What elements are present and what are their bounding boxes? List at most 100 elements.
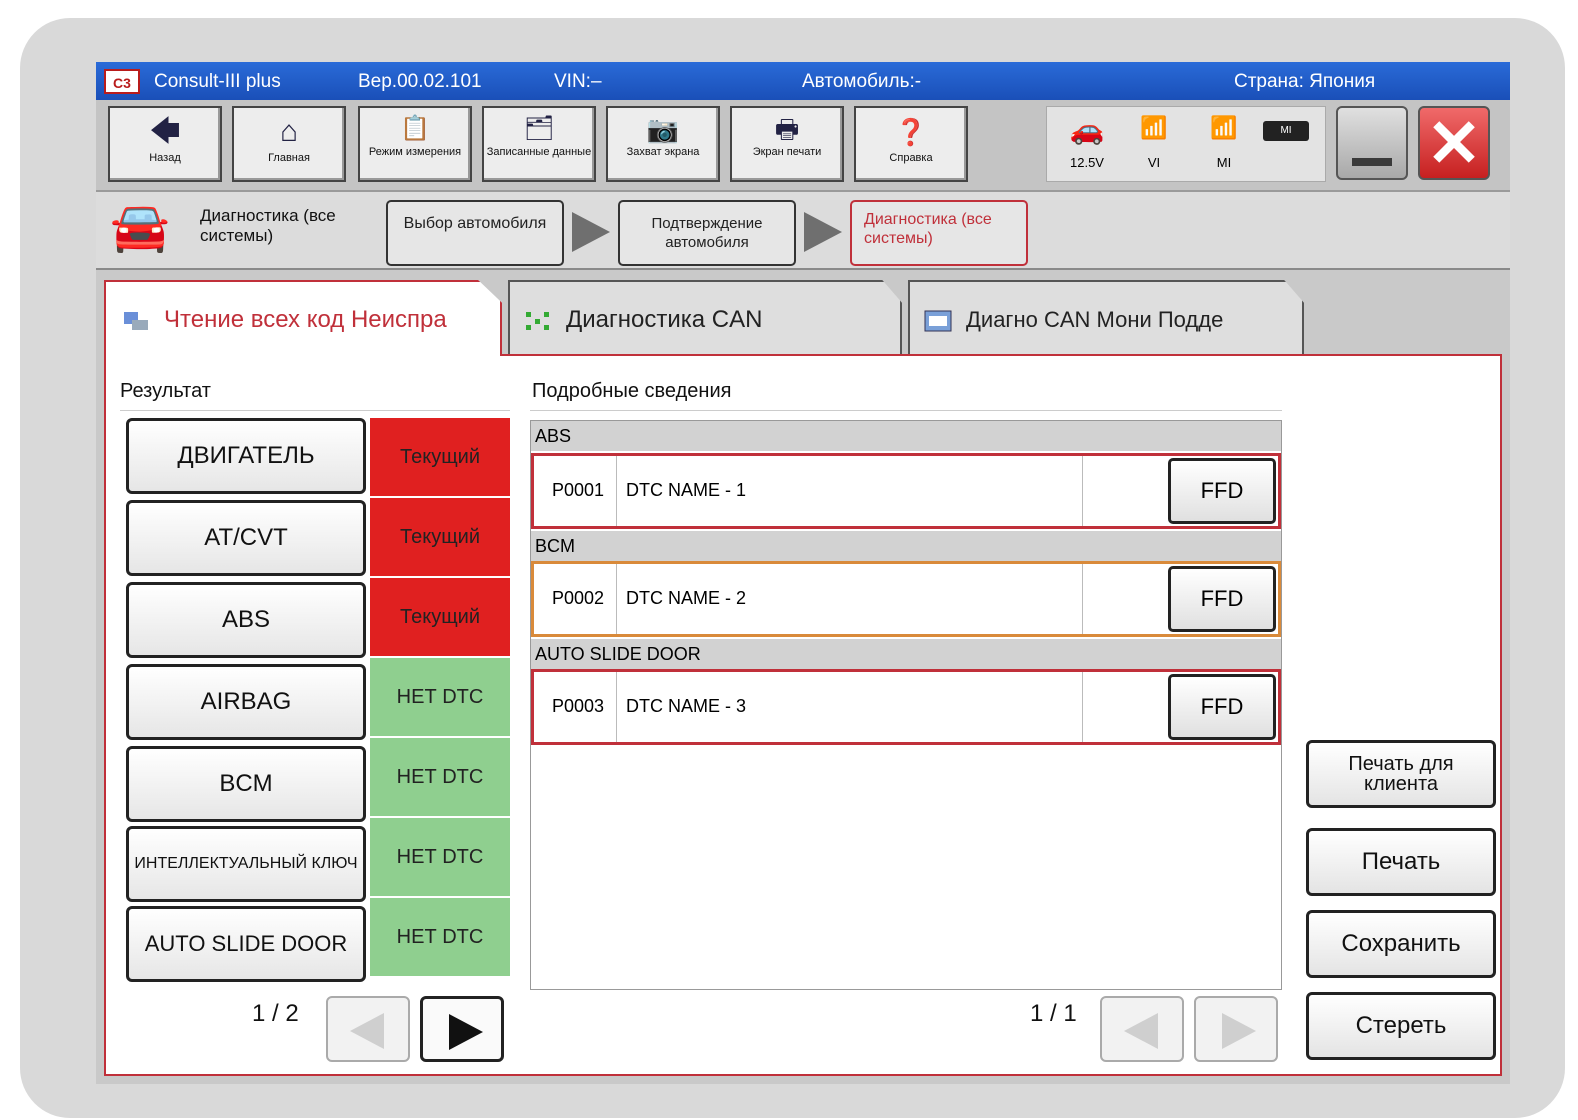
ffd-button[interactable]: FFD	[1168, 674, 1276, 740]
dtc-name: DTC NAME - 3	[626, 696, 747, 716]
measurement-mode-button[interactable]: 📋 Режим измерения	[358, 106, 472, 182]
arrow-left-icon	[1124, 1013, 1158, 1049]
app-logo: C3	[104, 69, 140, 94]
system-button-abs[interactable]: ABS	[126, 582, 366, 658]
version-label: Вер.00.02.101	[358, 71, 482, 92]
can-monitor-icon	[924, 310, 952, 332]
group-header: ABS	[531, 421, 1281, 451]
tab-content-panel: Результат ДВИГАТЕЛЬ Текущий AT/CVT Текущ…	[104, 354, 1502, 1076]
close-icon: ✕	[1426, 106, 1482, 180]
system-button-at-cvt[interactable]: AT/CVT	[126, 500, 366, 576]
minimize-icon	[1352, 158, 1392, 166]
print-screen-button[interactable]: 🖶 Экран печати	[730, 106, 844, 182]
divider	[616, 672, 617, 742]
result-next-button[interactable]	[420, 996, 504, 1062]
app-name: Consult-III plus	[154, 71, 281, 92]
tab-read-all-dtc[interactable]: Чтение всех код Неиспра	[104, 280, 502, 356]
app-window: C3 Consult-III plus Вер.00.02.101 VIN:– …	[96, 62, 1510, 1084]
voltage-value: 12.5V	[1070, 155, 1104, 170]
help-icon: ❓	[894, 117, 928, 147]
result-prev-button[interactable]	[326, 996, 410, 1062]
group-header: BCM	[531, 531, 1281, 561]
details-list: ABS P0001 DTC NAME - 1 FFD BCM P0002 DTC…	[530, 420, 1282, 990]
home-icon: ⌂	[279, 115, 299, 148]
battery-icon: MI	[1263, 121, 1309, 141]
dtc-row: P0002 DTC NAME - 2 FFD	[531, 561, 1281, 637]
status-cell: Текущий	[370, 578, 510, 656]
divider	[1082, 564, 1083, 634]
details-page-indicator: 1 / 1	[1030, 1000, 1077, 1027]
country-label: Страна: Япония	[1234, 71, 1376, 92]
ffd-button[interactable]: FFD	[1168, 566, 1276, 632]
mechanic-car-icon: 🚘	[110, 201, 170, 254]
status-cell: НЕТ DTC	[370, 658, 510, 736]
system-button-bcm[interactable]: BCM	[126, 746, 366, 822]
arrow-left-icon	[350, 1013, 384, 1049]
step-arrow-icon	[804, 212, 842, 252]
dtc-code: P0002	[552, 588, 605, 608]
status-cell: Текущий	[370, 498, 510, 576]
can-network-icon	[526, 311, 549, 330]
details-prev-button[interactable]	[1100, 996, 1184, 1062]
status-cell: Текущий	[370, 418, 510, 496]
divider	[120, 410, 510, 411]
system-button-intelligent-key[interactable]: ИНТЕЛЛЕКТУАЛЬНЫЙ КЛЮЧ	[126, 826, 366, 902]
mi-signal-icon: 📶	[1210, 115, 1238, 140]
dtc-name: DTC NAME - 1	[626, 480, 747, 500]
breadcrumb: 🚘 Диагностика (все системы) Выбор автомо…	[96, 190, 1510, 270]
print-for-client-button[interactable]: Печать для клиента	[1306, 740, 1496, 808]
system-button-auto-slide-door[interactable]: AUTO SLIDE DOOR	[126, 906, 366, 982]
print-button[interactable]: Печать	[1306, 828, 1496, 896]
divider	[616, 456, 617, 526]
dtc-row: P0003 DTC NAME - 3 FFD	[531, 669, 1281, 745]
step-arrow-icon	[572, 212, 610, 252]
result-page-indicator: 1 / 2	[252, 1000, 299, 1027]
printer-icon: 🖶	[774, 114, 800, 144]
erase-button[interactable]: Стереть	[1306, 992, 1496, 1060]
home-button[interactable]: ⌂ Главная	[232, 106, 346, 182]
documents-icon: 🗂	[523, 115, 555, 142]
vin-label: VIN:–	[554, 71, 602, 92]
status-panel: 🚗 12.5V 📶 VI 📶 MI MI	[1046, 106, 1326, 182]
status-cell: НЕТ DTC	[370, 818, 510, 896]
status-cell: НЕТ DTC	[370, 898, 510, 976]
status-cell: НЕТ DTC	[370, 738, 510, 816]
details-label: Подробные сведения	[532, 380, 732, 402]
car-icon: 🚗	[1069, 114, 1105, 145]
divider	[1082, 456, 1083, 526]
close-button[interactable]: ✕	[1418, 106, 1490, 180]
help-button[interactable]: ❓ Справка	[854, 106, 968, 182]
system-button-airbag[interactable]: AIRBAG	[126, 664, 366, 740]
details-next-button[interactable]	[1194, 996, 1278, 1062]
back-button[interactable]: 🡄 Назад	[108, 106, 222, 182]
back-arrow-icon: 🡄	[149, 115, 181, 148]
camera-icon: 📷	[646, 114, 680, 144]
screen-capture-button[interactable]: 📷 Захват экрана	[606, 106, 720, 182]
divider	[1082, 672, 1083, 742]
tab-can-diagnostics[interactable]: Диагностика CAN	[508, 280, 902, 356]
minimize-button[interactable]	[1336, 106, 1408, 180]
save-button[interactable]: Сохранить	[1306, 910, 1496, 978]
toolbar: 🡄 Назад ⌂ Главная 📋 Режим измерения 🗂 За…	[96, 100, 1510, 190]
tab-can-monitor-support[interactable]: Диагно CAN Мони Подде	[908, 280, 1304, 356]
step-select-vehicle[interactable]: Выбор автомобиля	[386, 200, 564, 266]
arrow-right-icon	[1222, 1013, 1256, 1049]
vi-label: VI	[1147, 155, 1161, 170]
dtc-row: P0001 DTC NAME - 1 FFD	[531, 453, 1281, 529]
ffd-button[interactable]: FFD	[1168, 458, 1276, 524]
dtc-name: DTC NAME - 2	[626, 588, 747, 608]
step-confirm-vehicle[interactable]: Подтверждение автомобиля	[618, 200, 796, 266]
dtc-code: P0001	[552, 480, 605, 500]
step-diagnostics-all-systems[interactable]: Диагностика (все системы)	[850, 200, 1028, 266]
recorded-data-button[interactable]: 🗂 Записанные данные	[482, 106, 596, 182]
scan-tool-icon	[124, 311, 148, 330]
mi-label: MI	[1216, 155, 1232, 170]
result-label: Результат	[120, 380, 211, 402]
title-bar: C3 Consult-III plus Вер.00.02.101 VIN:– …	[96, 62, 1510, 100]
divider	[616, 564, 617, 634]
vi-signal-icon: 📶	[1140, 115, 1168, 140]
clipboard-icon: 📋	[400, 115, 430, 142]
group-header: AUTO SLIDE DOOR	[531, 639, 1281, 669]
system-button-engine[interactable]: ДВИГАТЕЛЬ	[126, 418, 366, 494]
arrow-right-icon	[449, 1014, 483, 1050]
